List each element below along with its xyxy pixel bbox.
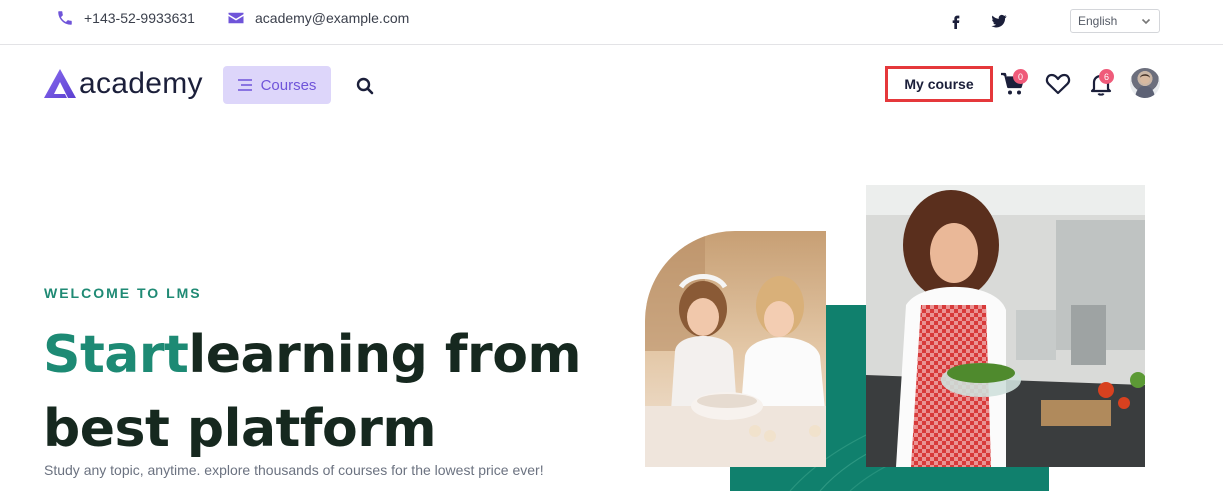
hero-headline: Startlearning from best platform — [43, 318, 603, 466]
my-course-button[interactable]: My course — [885, 66, 993, 102]
heart-icon[interactable] — [1045, 71, 1071, 97]
search-icon[interactable] — [356, 77, 374, 95]
phone-number: +143-52-9933631 — [84, 10, 195, 26]
cart-count-badge: 0 — [1013, 69, 1028, 84]
hero-image-kids-baking — [645, 231, 826, 467]
envelope-icon — [228, 12, 244, 24]
avatar-person-icon — [1135, 74, 1155, 98]
email-address: academy@example.com — [255, 10, 410, 26]
hero-subtitle: Study any topic, anytime. explore thousa… — [44, 462, 544, 478]
logo-mark-icon — [44, 69, 76, 98]
logo-text: academy — [79, 67, 203, 100]
phone-contact[interactable]: +143-52-9933631 — [56, 9, 195, 27]
facebook-link[interactable] — [945, 10, 967, 32]
top-contact-bar: +143-52-9933631 academy@example.com Engl… — [0, 0, 1223, 45]
site-logo[interactable]: academy — [43, 68, 203, 100]
chevron-down-icon — [1141, 18, 1151, 25]
twitter-link[interactable] — [988, 10, 1010, 32]
phone-icon — [58, 11, 72, 25]
courses-menu-button[interactable]: Courses — [223, 66, 331, 104]
user-avatar[interactable] — [1130, 68, 1160, 98]
hero-image-woman-cooking — [866, 185, 1145, 467]
language-select[interactable]: English — [1070, 9, 1160, 33]
notification-count-badge: 6 — [1099, 69, 1114, 84]
twitter-icon — [991, 14, 1007, 28]
courses-label: Courses — [260, 76, 317, 94]
menu-lines-icon — [237, 79, 252, 91]
headline-accent: Start — [43, 325, 189, 385]
my-course-label: My course — [904, 76, 974, 92]
email-contact[interactable]: academy@example.com — [227, 9, 409, 27]
facebook-icon — [952, 15, 960, 29]
hero-eyebrow: WELCOME TO LMS — [44, 285, 202, 301]
language-value: English — [1078, 14, 1118, 28]
